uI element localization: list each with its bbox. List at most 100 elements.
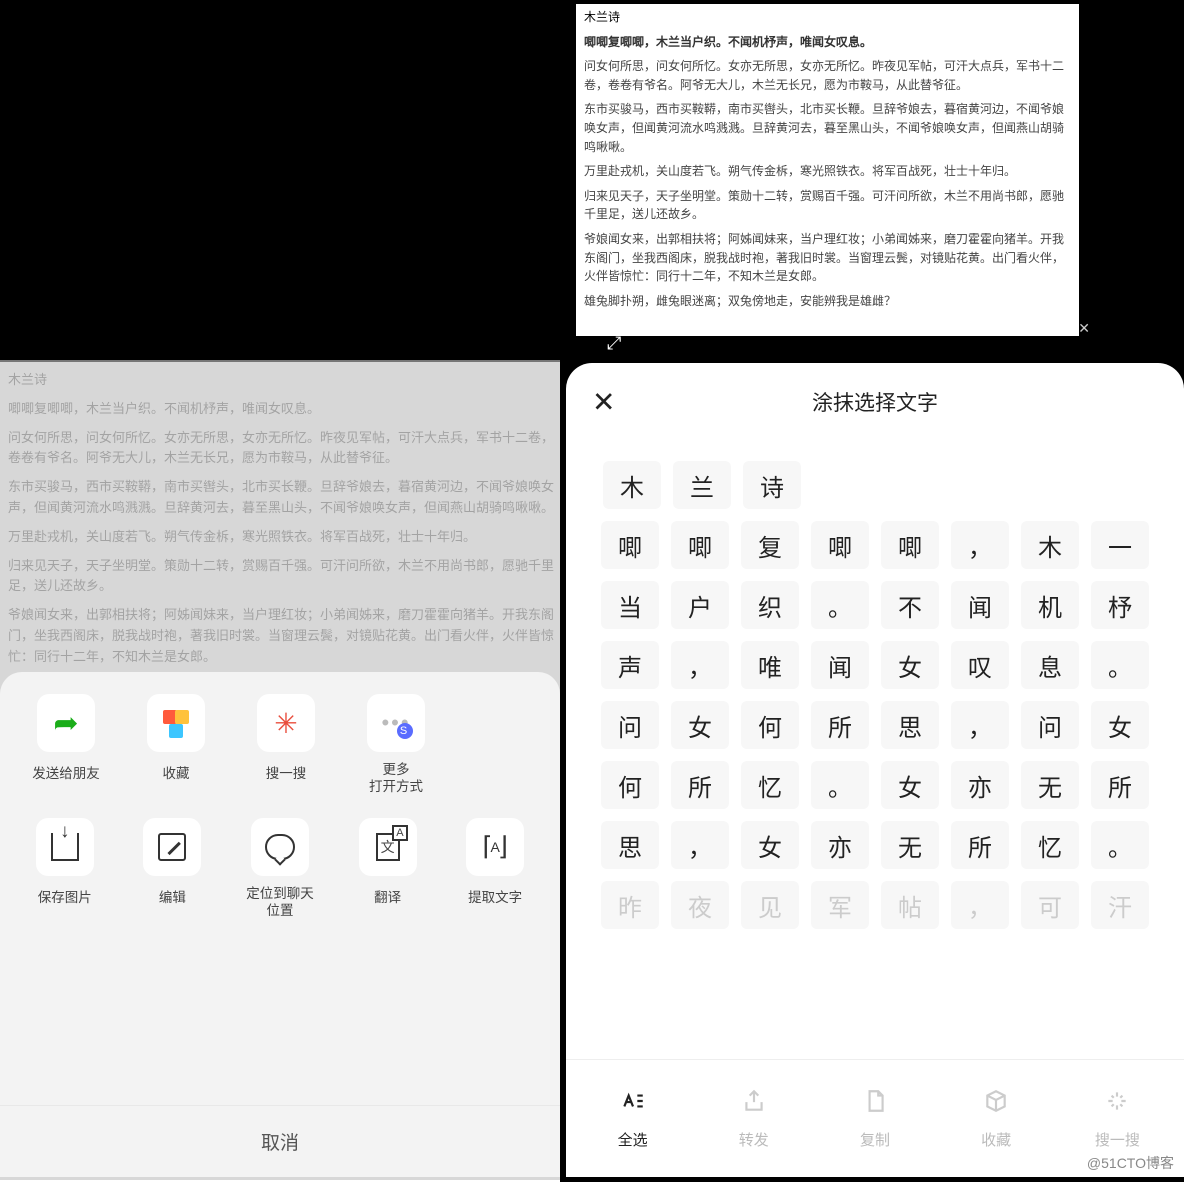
chat-icon (265, 834, 295, 860)
poem-p3: 东市买骏马，西市买鞍鞯，南市买辔头，北市买长鞭。旦辞爷娘去，暮宿黄河边，不闻爷娘… (584, 100, 1071, 156)
char-cell[interactable]: 思 (601, 821, 659, 869)
char-cell[interactable]: 兰 (673, 461, 731, 509)
close-icon[interactable]: ✕ (592, 386, 615, 419)
char-cell[interactable]: 叹 (951, 641, 1009, 689)
char-cell[interactable]: 杼 (1091, 581, 1149, 629)
char-cell[interactable]: 女 (741, 821, 799, 869)
char-cell[interactable]: 户 (671, 581, 729, 629)
char-row: 声，唯闻女叹息。 (578, 641, 1172, 689)
favorite-button[interactable]: 收藏 (948, 1088, 1044, 1150)
char-cell[interactable]: 声 (601, 641, 659, 689)
char-cell[interactable]: ， (951, 701, 1009, 749)
poem-p6: 爷娘闻女来，出郭相扶将；阿姊闻妹来，当户理红妆；小弟闻姊来，磨刀霍霍向猪羊。开我… (584, 230, 1071, 286)
char-cell[interactable]: 女 (881, 641, 939, 689)
share-search[interactable]: ✳ 搜一搜 (240, 694, 332, 796)
char-cell[interactable]: 所 (1091, 761, 1149, 809)
char-cell[interactable]: 闻 (811, 641, 869, 689)
extract-text-panel: ✕ 涂抹选择文字 木兰诗唧唧复唧唧，木一当户织。不闻机杼声，唯闻女叹息。问女何所… (566, 363, 1184, 1177)
char-cell[interactable]: 夜 (671, 881, 729, 929)
edit-image[interactable]: 编辑 (128, 818, 218, 920)
char-cell[interactable]: 复 (741, 521, 799, 569)
char-cell[interactable]: 唧 (811, 521, 869, 569)
char-cell[interactable]: 无 (881, 821, 939, 869)
download-icon (51, 833, 79, 861)
char-cell[interactable]: 。 (811, 761, 869, 809)
char-cell[interactable]: 问 (1021, 701, 1079, 749)
poem-p2: 问女何所思，问女何所忆。女亦无所思，女亦无所忆。昨夜见军帖，可汗大点兵，军书十二… (584, 57, 1071, 94)
char-cell[interactable]: 思 (881, 701, 939, 749)
spark-outline-icon (1104, 1088, 1130, 1121)
char-cell[interactable]: 。 (811, 581, 869, 629)
char-cell[interactable]: 何 (601, 761, 659, 809)
char-cell[interactable]: 唧 (601, 521, 659, 569)
close-top-icon[interactable]: ✕ (1078, 320, 1090, 337)
char-cell[interactable]: 诗 (743, 461, 801, 509)
char-cell[interactable]: ， (671, 821, 729, 869)
select-all-button[interactable]: 全选 (585, 1088, 681, 1150)
char-cell[interactable]: 所 (951, 821, 1009, 869)
char-cell[interactable]: 女 (881, 761, 939, 809)
top-poem-panel: 木兰诗 唧唧复唧唧，木兰当户织。不闻机杼声，唯闻女叹息。 问女何所思，问女何所忆… (576, 4, 1079, 336)
ocr-icon: ⌈A⌋ (482, 831, 508, 862)
locate-in-chat[interactable]: 定位到聊天 位置 (235, 818, 325, 920)
cancel-button[interactable]: 取消 (0, 1105, 560, 1177)
char-cell[interactable]: 不 (881, 581, 939, 629)
char-cell[interactable]: 可 (1021, 881, 1079, 929)
char-cell[interactable]: 唧 (671, 521, 729, 569)
char-cell[interactable]: 闻 (951, 581, 1009, 629)
char-cell[interactable]: 帖 (881, 881, 939, 929)
char-row: 木兰诗 (578, 461, 1172, 509)
copy-button[interactable]: 复制 (827, 1088, 923, 1150)
extract-header: ✕ 涂抹选择文字 (566, 363, 1184, 441)
char-cell[interactable]: 问 (601, 701, 659, 749)
char-cell[interactable]: 汗 (1091, 881, 1149, 929)
char-cell[interactable]: ， (671, 641, 729, 689)
char-cell[interactable]: 木 (1021, 521, 1079, 569)
char-cell[interactable]: 所 (811, 701, 869, 749)
char-cell[interactable]: 唧 (881, 521, 939, 569)
extract-text[interactable]: ⌈A⌋ 提取文字 (450, 818, 540, 920)
char-cell[interactable]: 军 (811, 881, 869, 929)
char-cell[interactable]: 忆 (1021, 821, 1079, 869)
char-cell[interactable]: 。 (1091, 641, 1149, 689)
char-cell[interactable]: 一 (1091, 521, 1149, 569)
char-row: 何所忆。女亦无所 (578, 761, 1172, 809)
forward-button[interactable]: 转发 (706, 1088, 802, 1150)
watermark: @51CTO博客 (1087, 1153, 1174, 1173)
char-cell[interactable]: 女 (1091, 701, 1149, 749)
cube-outline-icon (983, 1088, 1009, 1121)
char-cell[interactable]: 女 (671, 701, 729, 749)
character-grid[interactable]: 木兰诗唧唧复唧唧，木一当户织。不闻机杼声，唯闻女叹息。问女何所思，问女何所忆。女… (566, 441, 1184, 1059)
char-cell[interactable]: ， (951, 521, 1009, 569)
share-row-2: 保存图片 编辑 定位到聊天 位置 文A 翻译 ⌈A⌋ 提取文字 (0, 796, 560, 920)
char-cell[interactable]: 息 (1021, 641, 1079, 689)
char-cell[interactable]: 何 (741, 701, 799, 749)
char-cell[interactable]: 唯 (741, 641, 799, 689)
char-cell[interactable]: 当 (601, 581, 659, 629)
fullscreen-icon[interactable]: ⤢ (607, 333, 621, 354)
char-cell[interactable]: 亦 (811, 821, 869, 869)
share-to-friend[interactable]: ➦ 发送给朋友 (20, 694, 112, 796)
poem-title: 木兰诗 (584, 8, 1071, 27)
char-cell[interactable]: ， (951, 881, 1009, 929)
share-favorite[interactable]: 收藏 (130, 694, 222, 796)
char-cell[interactable]: 机 (1021, 581, 1079, 629)
translate[interactable]: 文A 翻译 (343, 818, 433, 920)
char-cell[interactable]: 忆 (741, 761, 799, 809)
char-cell[interactable]: 见 (741, 881, 799, 929)
char-row: 问女何所思，问女 (578, 701, 1172, 749)
save-image[interactable]: 保存图片 (20, 818, 110, 920)
share-more-open[interactable]: •••S 更多 打开方式 (350, 694, 442, 796)
dimmed-title: 木兰诗 (8, 370, 554, 391)
search-button[interactable]: 搜一搜 (1069, 1088, 1165, 1150)
char-cell[interactable]: 木 (603, 461, 661, 509)
char-cell[interactable]: 所 (671, 761, 729, 809)
char-cell[interactable]: 。 (1091, 821, 1149, 869)
char-row: 唧唧复唧唧，木一 (578, 521, 1172, 569)
share-up-icon (741, 1088, 767, 1121)
char-cell[interactable]: 无 (1021, 761, 1079, 809)
char-cell[interactable]: 织 (741, 581, 799, 629)
char-row: 昨夜见军帖，可汗 (578, 881, 1172, 929)
char-cell[interactable]: 亦 (951, 761, 1009, 809)
char-cell[interactable]: 昨 (601, 881, 659, 929)
